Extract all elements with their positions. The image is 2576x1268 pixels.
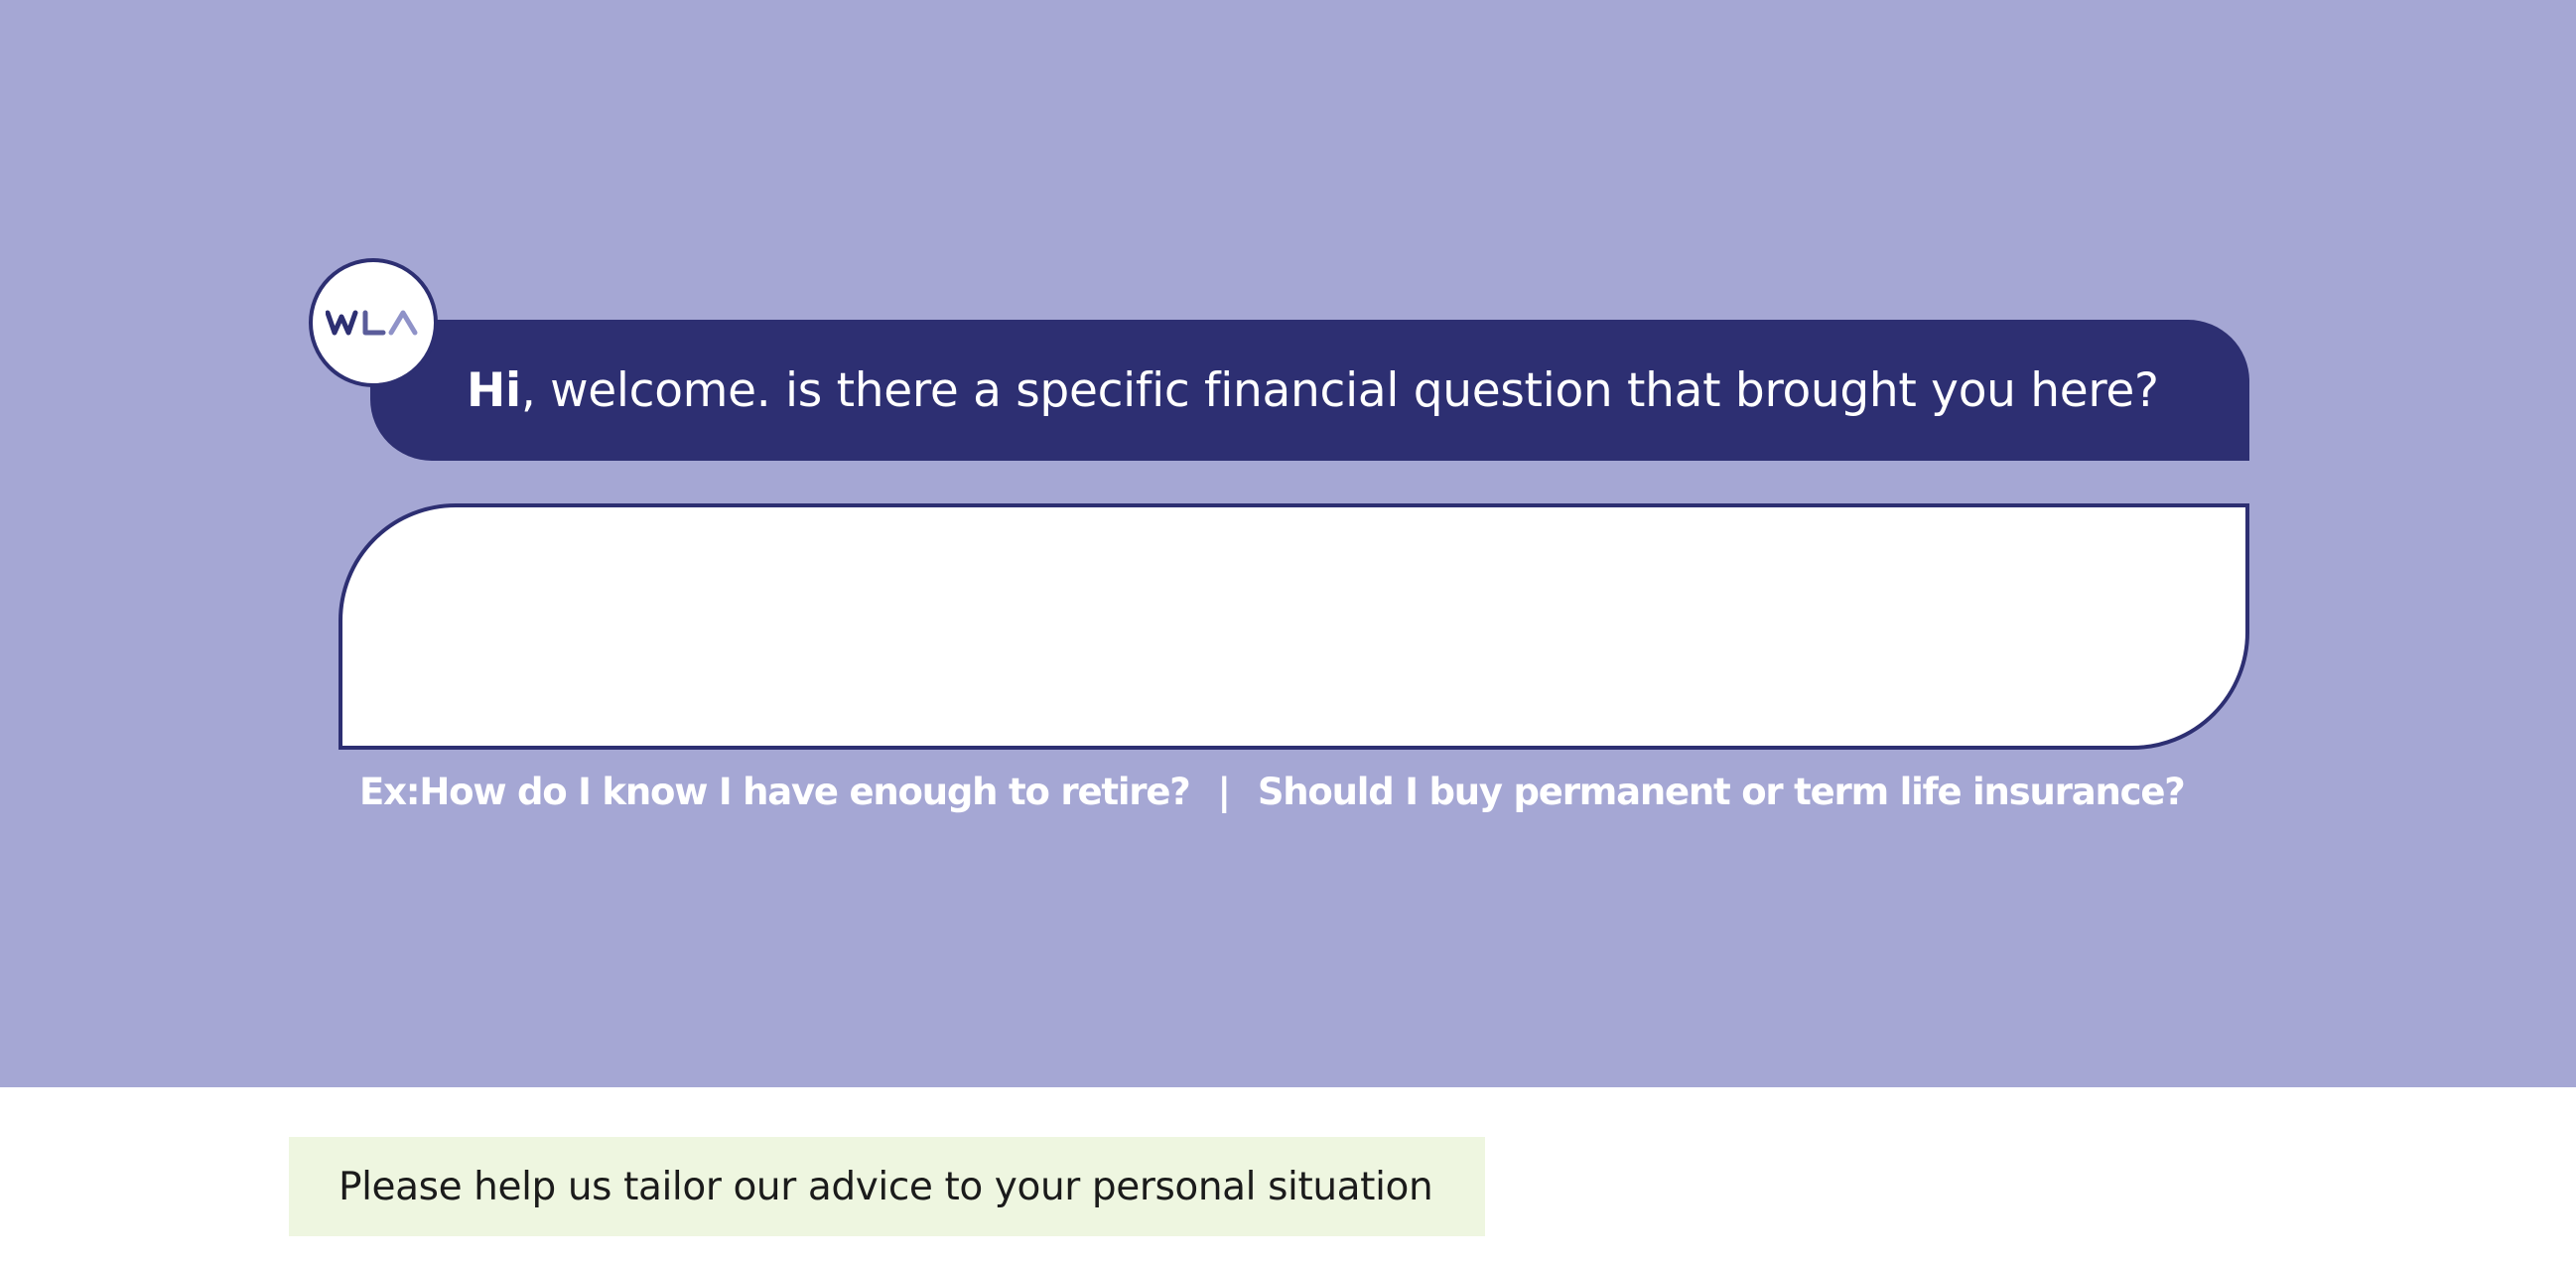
example-question-life-insurance[interactable]: Should I buy permanent or term life insu… [1258,771,2186,813]
examples-separator: | [1217,770,1232,813]
example-questions: Ex: How do I know I have enough to retir… [359,766,2186,817]
wla-logo-icon [326,310,418,336]
greeting-rest: , welcome. is there a specific financial… [520,363,2159,418]
tailor-advice-text: Please help us tailor our advice to your… [339,1164,1433,1209]
example-question-retire[interactable]: How do I know I have enough to retire? [419,771,1190,813]
greeting-strong: Hi [467,363,521,418]
hero-section: Hi, welcome. is there a specific financi… [0,0,2576,1087]
tailor-advice-banner: Please help us tailor our advice to your… [289,1137,1485,1236]
brand-avatar [309,258,438,387]
greeting-bubble: Hi, welcome. is there a specific financi… [370,320,2249,461]
greeting-message: Hi, welcome. is there a specific financi… [467,363,2159,419]
examples-prefix: Ex: [359,770,421,813]
question-input[interactable] [339,503,2249,750]
